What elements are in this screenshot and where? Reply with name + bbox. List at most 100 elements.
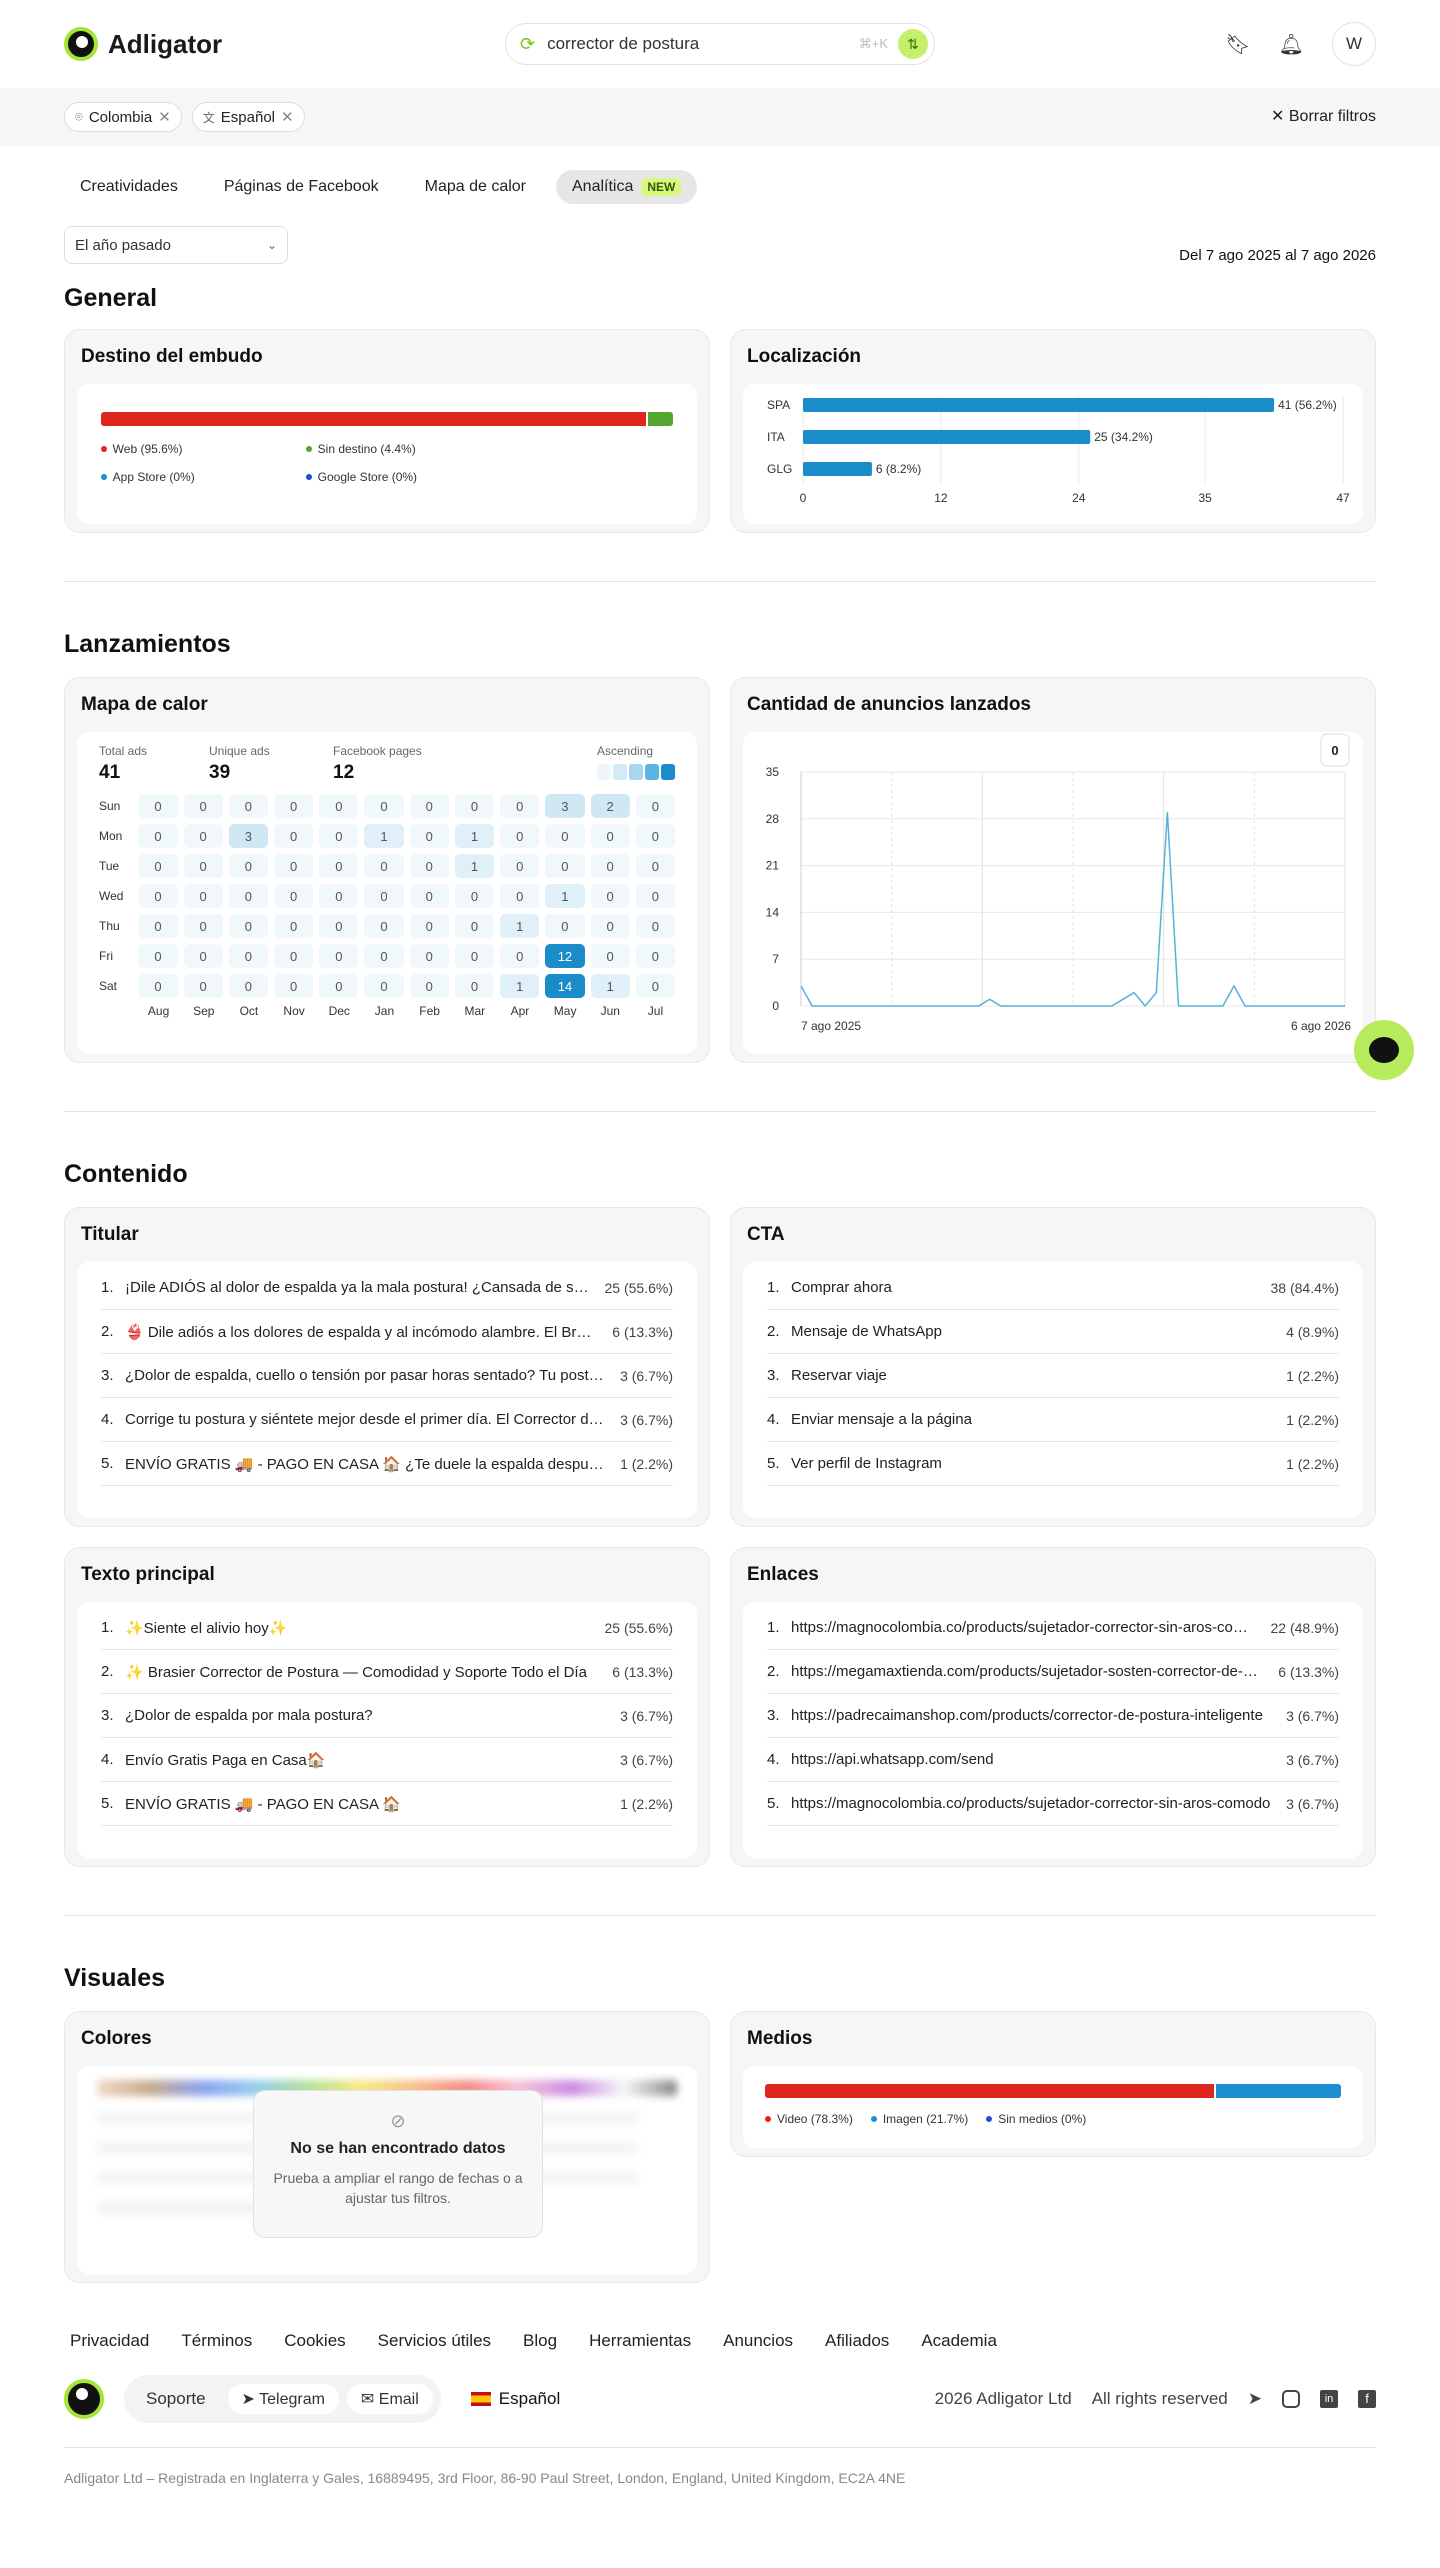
list-item[interactable]: 4. https://api.whatsapp.com/send 3 (6.7%) <box>767 1738 1339 1782</box>
heatmap-cell[interactable]: 0 <box>138 854 178 878</box>
heatmap-cell[interactable]: 0 <box>500 794 540 818</box>
heatmap-cell[interactable]: 0 <box>274 974 314 998</box>
list-item[interactable]: 3. ¿Dolor de espalda por mala postura? 3 (… <box>101 1694 673 1738</box>
heatmap-cell[interactable]: 0 <box>274 944 314 968</box>
heatmap-cell[interactable]: 0 <box>183 914 223 938</box>
heatmap-cell[interactable]: 0 <box>635 824 675 848</box>
list-item[interactable]: 1. Comprar ahora 38 (84.4%) <box>767 1266 1339 1310</box>
launches-line-chart[interactable]: 0 7 14 21 28 35 7 ago 2025 6 ago 2026 0 <box>743 732 1363 1054</box>
heatmap-cell[interactable]: 1 <box>454 824 495 848</box>
list-item[interactable]: 2. ✨ Brasier Corrector de Postura — Comod… <box>101 1650 673 1694</box>
footer-link[interactable]: Servicios útiles <box>378 2331 491 2351</box>
heatmap-cell[interactable]: 0 <box>319 914 359 938</box>
heatmap-cell[interactable]: 0 <box>545 854 585 878</box>
heatmap-cell[interactable]: 0 <box>364 854 404 878</box>
heatmap-cell[interactable]: 0 <box>183 824 223 848</box>
filter-sliders-icon[interactable]: ⇅ <box>898 29 928 59</box>
filter-chip-language[interactable]: 文 Español ✕ <box>191 102 305 132</box>
heatmap-cell[interactable]: 0 <box>545 824 585 848</box>
heatmap-cell[interactable]: 12 <box>545 944 585 968</box>
telegram-icon[interactable]: ➤ <box>1248 2389 1262 2409</box>
heatmap-cell[interactable]: 0 <box>138 944 178 968</box>
footer-logo-icon[interactable] <box>64 2379 104 2419</box>
heatmap-cell[interactable]: 0 <box>138 794 178 818</box>
heatmap-cell[interactable]: 0 <box>500 854 540 878</box>
footer-link[interactable]: Anuncios <box>723 2331 793 2351</box>
heatmap-cell[interactable]: 0 <box>500 884 540 908</box>
heatmap-cell[interactable]: 0 <box>364 884 404 908</box>
heatmap-cell[interactable]: 0 <box>319 974 359 998</box>
refresh-icon[interactable]: ⟳ <box>520 34 535 55</box>
heatmap-cell[interactable]: 0 <box>409 854 449 878</box>
heatmap-cell[interactable]: 0 <box>364 944 404 968</box>
heatmap-cell[interactable]: 0 <box>635 794 675 818</box>
heatmap-cell[interactable]: 0 <box>454 884 495 908</box>
list-item[interactable]: 5. Ver perfil de Instagram 1 (2.2%) <box>767 1442 1339 1486</box>
heatmap-cell[interactable]: 0 <box>364 974 404 998</box>
heatmap-cell[interactable]: 0 <box>274 854 314 878</box>
heatmap-cell[interactable]: 0 <box>364 914 404 938</box>
heatmap-cell[interactable]: 0 <box>228 884 268 908</box>
list-item[interactable]: 5. ENVÍO GRATIS 🚚 - PAGO EN CASA 🏠 ¿Te du… <box>101 1442 673 1486</box>
heatmap-cell[interactable]: 0 <box>500 824 540 848</box>
heatmap-cell[interactable]: 0 <box>590 884 630 908</box>
close-icon[interactable]: ✕ <box>281 108 294 126</box>
footer-link[interactable]: Afiliados <box>825 2331 889 2351</box>
heatmap-cell[interactable]: 0 <box>409 884 449 908</box>
list-item[interactable]: 1. https://magnocolombia.co/products/suje… <box>767 1606 1339 1650</box>
list-item[interactable]: 4. Corrige tu postura y siéntete mejor de… <box>101 1398 673 1442</box>
heatmap-cell[interactable]: 0 <box>454 944 495 968</box>
heatmap-cell[interactable]: 0 <box>183 974 223 998</box>
close-icon[interactable]: ✕ <box>158 108 171 126</box>
heatmap-cell[interactable]: 0 <box>228 974 268 998</box>
heatmap-cell[interactable]: 0 <box>138 824 178 848</box>
heatmap-cell[interactable]: 3 <box>228 824 268 848</box>
heatmap-cell[interactable]: 0 <box>454 914 495 938</box>
heatmap-cell[interactable]: 0 <box>590 824 630 848</box>
clear-filters-button[interactable]: ✕ Borrar filtros <box>1271 106 1376 126</box>
heatmap-cell[interactable]: 0 <box>590 914 630 938</box>
heatmap-cell[interactable]: 0 <box>319 824 359 848</box>
heatmap-cell[interactable]: 1 <box>364 824 404 848</box>
heatmap-cell[interactable]: 0 <box>274 914 314 938</box>
footer-link[interactable]: Herramientas <box>589 2331 691 2351</box>
heatmap-cell[interactable]: 0 <box>183 794 223 818</box>
heatmap-cell[interactable]: 0 <box>545 914 585 938</box>
heatmap-cell[interactable]: 0 <box>635 944 675 968</box>
telegram-button[interactable]: ➤ Telegram <box>227 2384 339 2414</box>
heatmap-cell[interactable]: 0 <box>635 854 675 878</box>
heatmap-cell[interactable]: 0 <box>319 794 359 818</box>
period-select[interactable]: El año pasado ⌄ <box>64 226 288 264</box>
heatmap-cell[interactable]: 0 <box>454 794 495 818</box>
language-selector[interactable]: Español <box>470 2389 560 2409</box>
heatmap-cell[interactable]: 0 <box>635 884 675 908</box>
heatmap-cell[interactable]: 0 <box>409 824 449 848</box>
heatmap-cell[interactable]: 0 <box>590 944 630 968</box>
list-item[interactable]: 2. Mensaje de WhatsApp 4 (8.9%) <box>767 1310 1339 1354</box>
list-item[interactable]: 3. ¿Dolor de espalda, cuello o tensión po… <box>101 1354 673 1398</box>
heatmap-cell[interactable]: 0 <box>274 884 314 908</box>
heatmap-cell[interactable]: 0 <box>183 944 223 968</box>
heatmap-cell[interactable]: 0 <box>635 914 675 938</box>
heatmap-cell[interactable]: 2 <box>590 794 630 818</box>
footer-link[interactable]: Academia <box>921 2331 997 2351</box>
heatmap-cell[interactable]: 0 <box>635 974 675 998</box>
heatmap-cell[interactable]: 0 <box>274 794 314 818</box>
heatmap-cell[interactable]: 1 <box>500 914 540 938</box>
instagram-icon[interactable] <box>1282 2390 1300 2408</box>
heatmap-cell[interactable]: 0 <box>274 824 314 848</box>
heatmap-cell[interactable]: 0 <box>228 854 268 878</box>
list-item[interactable]: 3. Reservar viaje 1 (2.2%) <box>767 1354 1339 1398</box>
list-item[interactable]: 4. Envío Gratis Paga en Casa🏠 3 (6.7%) <box>101 1738 673 1782</box>
heatmap-cell[interactable]: 0 <box>364 794 404 818</box>
heatmap-cell[interactable]: 0 <box>454 974 495 998</box>
list-item[interactable]: 2. https://megamaxtienda.com/products/suj… <box>767 1650 1339 1694</box>
filter-chip-country[interactable]: ⌾ Colombia ✕ <box>64 102 182 132</box>
list-item[interactable]: 1. ✨Siente el alivio hoy✨ 25 (55.6%) <box>101 1606 673 1650</box>
list-item[interactable]: 5. ENVÍO GRATIS 🚚 - PAGO EN CASA 🏠 1 (2.2%… <box>101 1782 673 1826</box>
heatmap-cell[interactable]: 0 <box>500 944 540 968</box>
user-avatar[interactable]: W <box>1332 22 1376 66</box>
search-bar[interactable]: ⟳ corrector de postura ⌘+K ⇅ <box>505 23 935 65</box>
tab-analitica[interactable]: Analítica NEW <box>556 170 698 204</box>
footer-link[interactable]: Cookies <box>284 2331 345 2351</box>
